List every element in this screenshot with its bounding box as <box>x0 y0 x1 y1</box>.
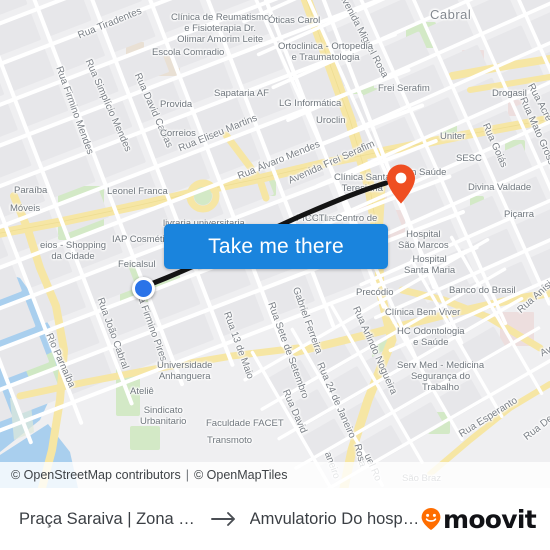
attribution-separator: | <box>185 468 189 482</box>
trip-destination-label: Amvulatorio Do hospita... <box>249 509 420 528</box>
moovit-pin-icon <box>421 508 441 530</box>
moovit-logo[interactable]: moovit <box>420 504 537 534</box>
moovit-wordmark: moovit <box>442 504 537 534</box>
current-location-dot[interactable] <box>132 277 155 300</box>
trip-origin-label: Praça Saraiva | Zona Su... <box>19 509 198 528</box>
destination-pin[interactable] <box>385 163 417 205</box>
map-attribution: © OpenStreetMap contributors | © OpenMap… <box>0 462 550 488</box>
arrow-right-icon <box>210 511 237 527</box>
moovit-trip-map-screen: Rua Tiradentes Rua Simplício Mendes Rua Da… <box>0 0 550 550</box>
trip-summary-bar: Praça Saraiva | Zona Su... Amvulatorio D… <box>0 488 550 550</box>
attribution-osm[interactable]: © OpenStreetMap contributors <box>11 468 181 482</box>
attribution-openmaptiles[interactable]: © OpenMapTiles <box>194 468 288 482</box>
map-canvas[interactable]: Rua Tiradentes Rua Simplício Mendes Rua Da… <box>0 0 550 488</box>
take-me-there-button[interactable]: Take me there <box>164 224 388 269</box>
